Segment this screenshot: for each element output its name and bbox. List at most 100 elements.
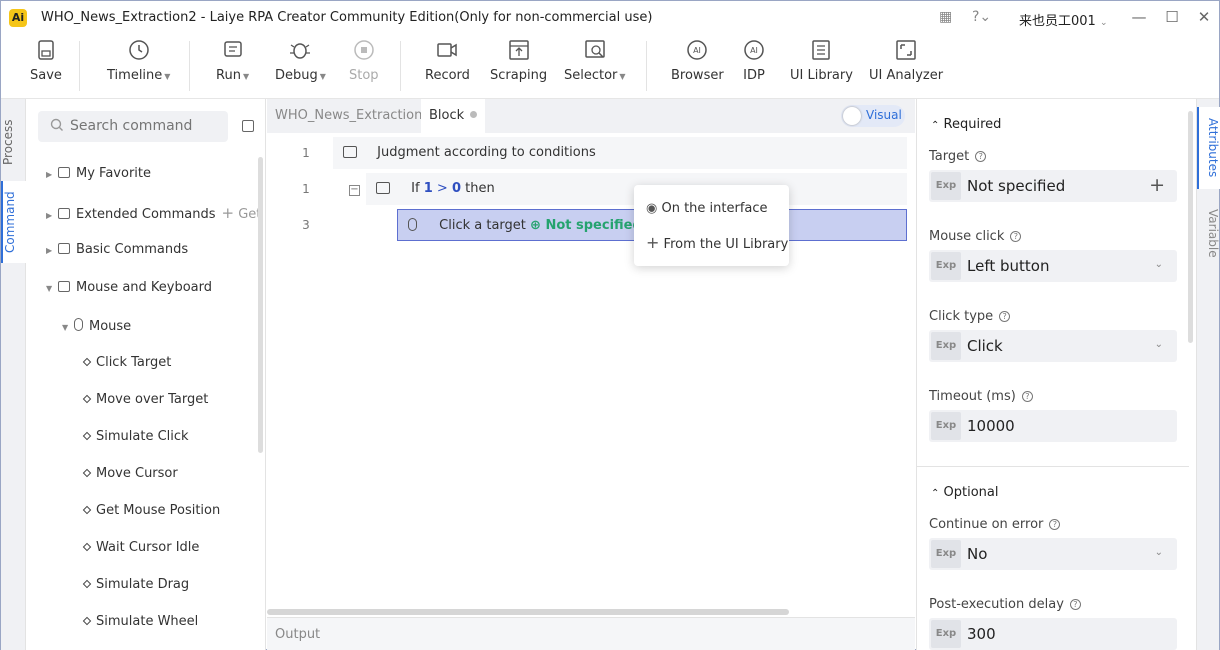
diamond-icon xyxy=(82,394,92,404)
tab-main-file[interactable]: WHO_News_Extraction2 xyxy=(267,99,439,133)
horizontal-scrollbar[interactable] xyxy=(267,609,789,615)
exp-toggle[interactable]: Exp xyxy=(931,540,961,568)
tab-attributes[interactable]: Attributes xyxy=(1197,107,1220,189)
unsaved-dot-icon xyxy=(470,111,478,118)
branch-icon xyxy=(376,182,390,194)
exp-toggle[interactable]: Exp xyxy=(931,332,961,360)
post-delay-label: Post-execution delay? xyxy=(929,597,1081,612)
help-icon: ? xyxy=(1069,599,1081,610)
close-button[interactable]: ✕ xyxy=(1194,7,1214,27)
chevron-down-icon: ⌄ xyxy=(1154,547,1163,558)
search-input[interactable] xyxy=(70,116,220,136)
line-number: 3 xyxy=(302,218,310,232)
save-button[interactable]: Save xyxy=(30,39,62,83)
command-scrollbar[interactable] xyxy=(258,157,263,453)
continue-on-error-label: Continue on error? xyxy=(929,517,1061,532)
filter-icon[interactable] xyxy=(242,120,254,132)
menu-from-ui-library[interactable]: + From the UI Library xyxy=(646,233,788,252)
tab-process[interactable]: Process xyxy=(1,107,26,177)
exp-toggle[interactable]: Exp xyxy=(931,412,961,440)
visual-toggle[interactable]: Visual xyxy=(841,105,905,127)
help-icon: ? xyxy=(975,151,987,162)
cmd-get-mouse-position[interactable]: Get Mouse Position xyxy=(82,503,220,518)
minimize-button[interactable]: — xyxy=(1129,7,1149,27)
apps-icon[interactable]: ▦ xyxy=(939,9,952,25)
tab-command[interactable]: Command xyxy=(1,181,26,263)
mouse-icon xyxy=(408,218,417,231)
cmd-move-cursor[interactable]: Move Cursor xyxy=(82,466,178,481)
diamond-icon xyxy=(82,357,92,367)
help-icon: ? xyxy=(1021,391,1033,402)
cmd-simulate-click[interactable]: Simulate Click xyxy=(82,429,189,444)
editor-area: WHO_News_Extraction2 Block Visual 1 Judg… xyxy=(267,99,915,650)
ui-analyzer-button[interactable]: UI Analyzer xyxy=(869,39,943,83)
minus-box-icon: − xyxy=(349,184,360,196)
diamond-icon xyxy=(82,468,92,478)
plus-icon[interactable]: + xyxy=(1149,174,1165,196)
section-optional[interactable]: ⌃ Optional xyxy=(931,485,999,500)
caret-down-icon: ▼ xyxy=(46,284,53,293)
target-picker[interactable]: ⊕ Not specified xyxy=(530,218,642,233)
cmd-move-over-target[interactable]: Move over Target xyxy=(82,392,208,407)
timeout-field[interactable]: Exp 10000 xyxy=(929,410,1177,442)
command-search[interactable] xyxy=(38,111,228,142)
left-tab-strip: Process Command xyxy=(1,99,26,650)
block-judgment[interactable]: Judgment according to conditions xyxy=(333,137,907,169)
stop-button[interactable]: Stop xyxy=(349,39,379,83)
continue-on-error-select[interactable]: Exp No ⌄ xyxy=(929,538,1177,570)
command-panel: ▶My Favorite ▶Extended Commands+ Get ▶Ba… xyxy=(26,99,266,650)
target-icon: ◉ xyxy=(646,201,658,216)
chevron-up-icon: ⌃ xyxy=(931,120,940,131)
mouse-click-label: Mouse click? xyxy=(929,229,1022,244)
user-menu[interactable]: 来也员工001 ⌄ xyxy=(1019,10,1108,29)
get-extension-button[interactable]: + Get xyxy=(221,204,261,222)
click-type-select[interactable]: Exp Click ⌄ xyxy=(929,330,1177,362)
tree-extended-commands[interactable]: ▶ Extended Commands + Get xyxy=(46,204,261,222)
help-menu-icon[interactable]: ?⌄ xyxy=(972,9,991,25)
post-delay-field[interactable]: Exp 300 xyxy=(929,618,1177,650)
tree-mouse[interactable]: ▼ Mouse xyxy=(62,318,131,334)
debug-button[interactable]: Debug ▼ xyxy=(275,39,326,83)
section-required[interactable]: ⌃ Required xyxy=(931,117,1001,132)
code-icon xyxy=(58,243,70,254)
exp-toggle[interactable]: Exp xyxy=(931,172,961,200)
browser-button[interactable]: AI Browser xyxy=(671,39,724,83)
folder-icon xyxy=(58,167,70,178)
title-bar: Ai WHO_News_Extraction2 - Laiye RPA Crea… xyxy=(1,1,1219,35)
tab-variable[interactable]: Variable xyxy=(1197,197,1220,269)
mouse-click-select[interactable]: Exp Left button ⌄ xyxy=(929,250,1177,282)
tree-basic-commands[interactable]: ▶ Basic Commands xyxy=(46,242,188,257)
scraping-icon xyxy=(508,40,529,60)
chevron-up-icon: ⌃ xyxy=(931,488,940,499)
cmd-simulate-wheel[interactable]: Simulate Wheel xyxy=(82,614,198,629)
idp-button[interactable]: AI IDP xyxy=(743,39,765,83)
ai-browser-icon: AI xyxy=(687,40,708,60)
output-panel[interactable]: Output xyxy=(267,617,915,650)
selector-button[interactable]: Selector ▼ xyxy=(564,39,626,83)
cmd-wait-cursor-idle[interactable]: Wait Cursor Idle xyxy=(82,540,199,555)
cmd-click-target[interactable]: Click Target xyxy=(82,355,171,370)
timeout-label: Timeout (ms)? xyxy=(929,389,1033,404)
timeline-button[interactable]: Timeline ▼ xyxy=(107,39,170,83)
run-button[interactable]: Run ▼ xyxy=(216,39,249,83)
caret-right-icon: ▶ xyxy=(46,211,53,220)
tree-mouse-keyboard[interactable]: ▼ Mouse and Keyboard xyxy=(46,280,212,295)
exp-toggle[interactable]: Exp xyxy=(931,252,961,280)
run-icon xyxy=(223,41,242,57)
tab-block[interactable]: Block xyxy=(421,99,486,133)
exp-toggle[interactable]: Exp xyxy=(931,620,961,648)
target-field[interactable]: Exp Not specified + xyxy=(929,170,1177,202)
target-popup-menu: ◉ On the interface + From the UI Library xyxy=(634,185,789,266)
ui-library-button[interactable]: UI Library xyxy=(790,39,853,83)
diamond-icon xyxy=(82,616,92,626)
menu-on-interface[interactable]: ◉ On the interface xyxy=(646,201,768,216)
chevron-down-icon: ⌄ xyxy=(1154,259,1163,270)
cmd-simulate-drag[interactable]: Simulate Drag xyxy=(82,577,189,592)
collapse-toggle[interactable]: − xyxy=(347,173,367,205)
attributes-scrollbar[interactable] xyxy=(1188,111,1193,343)
section-divider xyxy=(917,466,1189,467)
scraping-button[interactable]: Scraping xyxy=(490,39,547,83)
maximize-button[interactable]: ☐ xyxy=(1162,7,1182,27)
record-button[interactable]: Record xyxy=(425,39,470,83)
tree-my-favorite[interactable]: ▶ My Favorite xyxy=(46,166,151,181)
